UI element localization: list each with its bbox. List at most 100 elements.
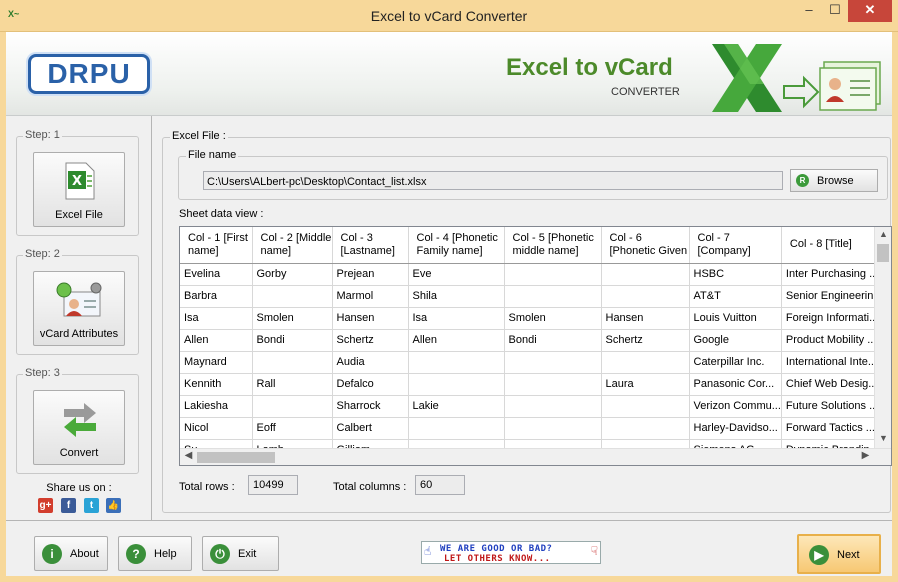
column-header[interactable]: Col - 7 [Company] [689, 227, 782, 264]
table-row[interactable]: Isa Smolen Hansen Isa Smolen Hansen Louis Vuit… [180, 307, 884, 330]
table-cell[interactable]: Panasonic Cor... [689, 373, 782, 396]
table-cell[interactable]: Eve [408, 263, 505, 286]
close-button[interactable]: ✕ [848, 0, 892, 22]
table-cell[interactable]: Hansen [601, 307, 690, 330]
maximize-button[interactable]: ☐ [822, 0, 848, 22]
table-row[interactable]: Evelina Gorby Prejean Eve HSBC Inter Purchasi… [180, 263, 884, 286]
about-button[interactable]: i About [34, 536, 108, 571]
table-cell[interactable] [601, 351, 690, 374]
next-button[interactable]: ▶ Next [797, 534, 881, 574]
table-cell[interactable] [504, 285, 602, 308]
table-cell[interactable]: Senior Engineerin... [781, 285, 884, 308]
table-cell[interactable]: Sharrock [332, 395, 409, 418]
table-cell[interactable]: Schertz [601, 329, 690, 352]
thumbs-up-icon[interactable]: 👍 [106, 498, 121, 513]
table-cell[interactable]: Laura [601, 373, 690, 396]
table-cell[interactable]: Isa [408, 307, 505, 330]
table-cell[interactable]: Future Solutions ... [781, 395, 884, 418]
column-header[interactable]: Col - 1 [First name] [180, 227, 253, 264]
table-cell[interactable]: AT&T [689, 285, 782, 308]
table-cell[interactable]: Gorby [252, 263, 333, 286]
sheet-data-grid[interactable]: Col - 1 [First name] Col - 2 [Middle nam… [179, 226, 892, 466]
table-row[interactable]: Nicol Eoff Calbert Harley-Davidso... Forward… [180, 417, 884, 440]
vertical-scroll-thumb[interactable] [877, 244, 889, 262]
table-cell[interactable]: Allen [180, 329, 253, 352]
table-cell[interactable] [504, 395, 602, 418]
table-cell[interactable]: Harley-Davidso... [689, 417, 782, 440]
google-plus-icon[interactable]: g+ [38, 498, 53, 513]
table-cell[interactable] [504, 263, 602, 286]
scroll-down-icon[interactable]: ▼ [875, 433, 891, 443]
table-cell[interactable]: Calbert [332, 417, 409, 440]
browse-button[interactable]: R Browse [790, 169, 878, 192]
table-cell[interactable]: Louis Vuitton [689, 307, 782, 330]
column-header[interactable]: Col - 8 [Title] [781, 227, 884, 264]
table-cell[interactable] [504, 373, 602, 396]
table-cell[interactable] [601, 263, 690, 286]
table-cell[interactable]: Maynard [180, 351, 253, 374]
table-cell[interactable]: Defalco [332, 373, 409, 396]
table-cell[interactable] [252, 351, 333, 374]
table-cell[interactable]: Allen [408, 329, 505, 352]
table-cell[interactable]: Google [689, 329, 782, 352]
column-header[interactable]: Col - 3 [Lastname] [332, 227, 409, 264]
table-cell[interactable]: Nicol [180, 417, 253, 440]
table-cell[interactable]: Chief Web Desig... [781, 373, 884, 396]
table-cell[interactable]: HSBC [689, 263, 782, 286]
table-cell[interactable]: Bondi [252, 329, 333, 352]
excel-file-button[interactable]: X Excel File [33, 152, 125, 227]
table-row[interactable]: Barbra Marmol Shila AT&T Senior Engineerin..… [180, 285, 884, 308]
vcard-attributes-button[interactable]: vCard Attributes [33, 271, 125, 346]
column-header[interactable]: Col - 6 [Phonetic Given [601, 227, 690, 264]
table-cell[interactable]: Rall [252, 373, 333, 396]
table-cell[interactable] [252, 285, 333, 308]
table-cell[interactable] [408, 417, 505, 440]
table-cell[interactable]: Audia [332, 351, 409, 374]
scroll-up-icon[interactable]: ▲ [875, 229, 891, 239]
table-cell[interactable]: Eoff [252, 417, 333, 440]
table-cell[interactable] [504, 351, 602, 374]
rate-us-banner[interactable]: ☝ WE ARE GOOD OR BAD? LET OTHERS KNOW...… [421, 541, 601, 564]
table-row[interactable]: Lakiesha Sharrock Lakie Verizon Commu... Fut… [180, 395, 884, 418]
table-cell[interactable]: Smolen [504, 307, 602, 330]
table-cell[interactable] [408, 373, 505, 396]
table-row[interactable]: Kennith Rall Defalco Laura Panasonic Cor... C… [180, 373, 884, 396]
table-row[interactable]: Allen Bondi Schertz Allen Bondi Schertz Google… [180, 329, 884, 352]
table-cell[interactable]: Hansen [332, 307, 409, 330]
table-cell[interactable]: Shila [408, 285, 505, 308]
horizontal-scroll-thumb[interactable] [197, 452, 275, 463]
table-cell[interactable]: Smolen [252, 307, 333, 330]
table-cell[interactable]: Inter Purchasing ... [781, 263, 884, 286]
table-cell[interactable]: International Inte... [781, 351, 884, 374]
column-header[interactable]: Col - 4 [Phonetic Family name] [408, 227, 505, 264]
column-header[interactable]: Col - 5 [Phonetic middle name] [504, 227, 602, 264]
grid-vertical-scrollbar[interactable]: ▲ ▼ [874, 227, 891, 449]
table-cell[interactable]: Evelina [180, 263, 253, 286]
table-cell[interactable]: Product Mobility ... [781, 329, 884, 352]
table-row[interactable]: Maynard Audia Caterpillar Inc. Internationa… [180, 351, 884, 374]
scroll-left-icon[interactable]: ◀ [180, 450, 197, 461]
table-cell[interactable] [601, 417, 690, 440]
facebook-icon[interactable]: f [61, 498, 76, 513]
table-cell[interactable]: Prejean [332, 263, 409, 286]
table-cell[interactable] [601, 285, 690, 308]
table-cell[interactable]: Marmol [332, 285, 409, 308]
table-cell[interactable] [601, 395, 690, 418]
scroll-right-icon[interactable]: ▶ [857, 450, 874, 461]
table-cell[interactable]: Kennith [180, 373, 253, 396]
table-cell[interactable]: Lakiesha [180, 395, 253, 418]
table-cell[interactable] [408, 351, 505, 374]
table-cell[interactable] [504, 417, 602, 440]
table-cell[interactable]: Caterpillar Inc. [689, 351, 782, 374]
table-cell[interactable]: Forward Tactics ... [781, 417, 884, 440]
table-cell[interactable]: Lakie [408, 395, 505, 418]
exit-button[interactable]: ⏻ Exit [202, 536, 279, 571]
file-path-input[interactable] [203, 171, 783, 190]
grid-horizontal-scrollbar[interactable]: ◀ ▶ [180, 448, 891, 465]
table-cell[interactable]: Schertz [332, 329, 409, 352]
help-button[interactable]: ? Help [118, 536, 192, 571]
table-cell[interactable]: Barbra [180, 285, 253, 308]
twitter-icon[interactable]: t [84, 498, 99, 513]
table-cell[interactable]: Isa [180, 307, 253, 330]
convert-button[interactable]: Convert [33, 390, 125, 465]
